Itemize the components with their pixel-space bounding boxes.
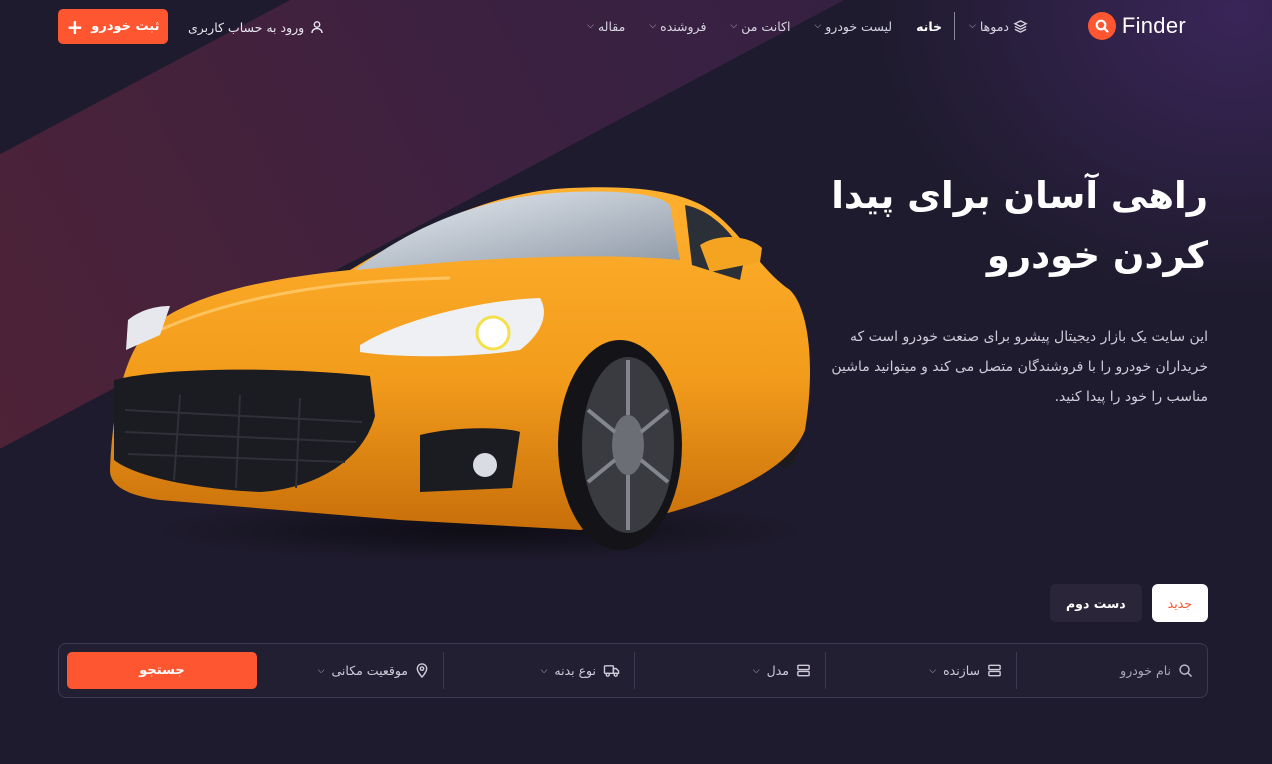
nav-label: مقاله	[597, 18, 626, 34]
truck-icon	[603, 663, 620, 678]
login-link[interactable]: ورود به حساب کاربری	[188, 16, 324, 38]
nav-label: خانه	[916, 18, 943, 34]
add-car-label: ثبت خودرو	[91, 19, 160, 34]
body-type-select[interactable]: نوع بدنه ⌵	[444, 652, 634, 689]
nav-divider	[954, 12, 956, 40]
hero-title-line: کردن خودرو	[986, 234, 1208, 277]
model-label: مدل	[766, 663, 789, 678]
hero-title: راهی آسان برای پیدا کردن خودرو	[788, 166, 1208, 286]
car-search-bar: نام خودرو سازنده ⌵ مدل ⌵ نوع بدنه ⌵ موقع…	[58, 643, 1208, 698]
location-label: موقعیت مکانی	[331, 663, 408, 678]
chevron-down-icon: ⌵	[587, 21, 594, 31]
chevron-down-icon: ⌵	[969, 21, 976, 31]
body-type-label: نوع بدنه	[554, 663, 596, 678]
login-label: ورود به حساب کاربری	[188, 19, 305, 35]
chevron-down-icon: ⌵	[929, 665, 937, 676]
logo[interactable]: Finder	[1087, 11, 1186, 41]
chevron-down-icon: ⌵	[649, 21, 657, 31]
hero-description: این سایت یک بازار دیجیتال پیشرو برای صنع…	[831, 329, 1208, 405]
main-nav: دموها ⌵ خانه لیست خودرو ⌵ اکانت من ⌵ فرو…	[563, 12, 1042, 40]
field-divider	[1016, 652, 1017, 689]
chevron-down-icon: ⌵	[752, 665, 760, 676]
location-select[interactable]: موقعیت مکانی ⌵	[263, 652, 443, 689]
nav-item-seller[interactable]: فروشنده ⌵	[649, 19, 706, 34]
chevron-down-icon: ⌵	[814, 21, 822, 31]
nav-item-car-list[interactable]: لیست خودرو ⌵	[814, 19, 892, 34]
chevron-down-icon: ⌵	[730, 21, 738, 31]
tab-used[interactable]: دست دوم	[1050, 584, 1142, 622]
car-name-field[interactable]: نام خودرو	[1017, 652, 1207, 689]
hero-title-line: راهی آسان برای پیدا	[831, 174, 1208, 217]
nav-item-article[interactable]: مقاله ⌵	[587, 19, 625, 34]
chevron-down-icon: ⌵	[317, 665, 325, 676]
server-icon	[987, 663, 1002, 678]
nav-item-demos[interactable]: دموها ⌵	[969, 19, 1028, 34]
field-divider	[825, 652, 826, 689]
nav-label: فروشنده	[660, 18, 707, 34]
make-select[interactable]: سازنده ⌵	[826, 652, 1016, 689]
nav-item-my-account[interactable]: اکانت من ⌵	[730, 19, 790, 34]
search-logo-icon	[1087, 12, 1116, 40]
field-divider	[634, 652, 635, 689]
layers-icon	[1013, 19, 1028, 34]
car-image	[110, 187, 810, 562]
map-pin-icon	[415, 663, 429, 678]
add-car-button[interactable]: + ثبت خودرو	[58, 9, 168, 44]
field-divider	[443, 652, 444, 689]
nav-label: لیست خودرو	[825, 18, 893, 34]
search-icon	[1178, 663, 1193, 678]
condition-tabs: جدید دست دوم	[1050, 584, 1208, 622]
header: + ثبت خودرو ورود به حساب کاربری دموها ⌵	[0, 0, 1272, 54]
tab-new[interactable]: جدید	[1151, 584, 1208, 622]
search-button[interactable]: جستجو	[67, 652, 257, 689]
plus-icon: +	[66, 14, 84, 39]
nav-item-home[interactable]: خانه	[916, 19, 942, 34]
nav-label: اکانت من	[741, 18, 791, 34]
server-icon	[796, 663, 811, 678]
user-icon	[310, 20, 324, 34]
logo-text: Finder	[1121, 13, 1186, 38]
chevron-down-icon: ⌵	[540, 665, 548, 676]
nav-label: دموها	[979, 18, 1009, 34]
make-label: سازنده	[943, 663, 980, 678]
car-name-placeholder: نام خودرو	[1120, 663, 1171, 678]
model-select[interactable]: مدل ⌵	[635, 652, 825, 689]
